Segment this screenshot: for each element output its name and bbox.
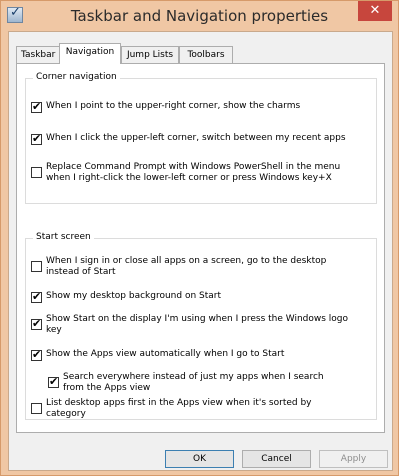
tab-navigation[interactable]: Navigation [59,43,121,64]
desktop-background-option[interactable]: Show my desktop background on Start [31,290,376,306]
dialog-client: Taskbar Navigation Jump Lists Toolbars C… [8,31,393,471]
recent-apps-option[interactable]: When I click the upper-left corner, swit… [31,132,376,148]
powershell-checkbox[interactable] [31,167,42,178]
desktop-apps-first-label: List desktop apps first in the Apps view… [46,398,312,419]
start-on-display-option[interactable]: Show Start on the display I'm using when… [31,314,376,339]
tab-toolbars[interactable]: Toolbars [179,46,233,63]
apply-button[interactable]: Apply [319,450,388,468]
apps-view-label: Show the Apps view automatically when I … [46,349,285,359]
corner-navigation-title: Corner navigation [33,72,120,82]
search-everywhere-option[interactable]: Search everywhere instead of just my app… [48,372,376,397]
ok-button[interactable]: OK [165,450,234,468]
start-screen-group: Start screen When I sign in or close all… [25,232,377,423]
desktop-background-label: Show my desktop background on Start [46,291,222,301]
charms-label: When I point to the upper-right corner, … [46,101,301,111]
desktop-apps-first-checkbox[interactable] [31,403,42,414]
apps-view-checkbox[interactable] [31,348,42,361]
close-button[interactable]: ✕ [358,1,392,21]
cancel-button[interactable]: Cancel [242,450,311,468]
search-everywhere-label: Search everywhere instead of just my app… [63,372,324,393]
corner-navigation-group: Corner navigation When I point to the up… [25,72,377,204]
desktop-on-signin-label: When I sign in or close all apps on a sc… [46,256,327,277]
tab-taskbar[interactable]: Taskbar [16,46,60,63]
title-bar[interactable]: ✓ Taskbar and Navigation properties ✕ [1,1,398,31]
powershell-label: Replace Command Prompt with Windows Powe… [46,162,341,183]
charms-checkbox[interactable] [31,100,42,113]
tab-jump-lists[interactable]: Jump Lists [121,46,179,63]
desktop-on-signin-option[interactable]: When I sign in or close all apps on a sc… [31,256,376,281]
start-on-display-label: Show Start on the display I'm using when… [46,314,349,335]
recent-apps-checkbox[interactable] [31,132,42,145]
properties-window: ✓ Taskbar and Navigation properties ✕ Ta… [0,0,399,476]
desktop-on-signin-checkbox[interactable] [31,261,42,272]
navigation-panel: Corner navigation When I point to the up… [16,63,385,433]
recent-apps-label: When I click the upper-left corner, swit… [46,133,346,143]
window-title: Taskbar and Navigation properties [70,7,329,25]
desktop-background-checkbox[interactable] [31,290,42,303]
start-screen-title: Start screen [33,232,94,242]
search-everywhere-checkbox[interactable] [48,375,59,388]
charms-option[interactable]: When I point to the upper-right corner, … [31,100,376,116]
start-on-display-checkbox[interactable] [31,317,42,330]
desktop-apps-first-option[interactable]: List desktop apps first in the Apps view… [31,398,376,423]
apps-view-option[interactable]: Show the Apps view automatically when I … [31,348,376,364]
powershell-option[interactable]: Replace Command Prompt with Windows Powe… [31,162,376,187]
